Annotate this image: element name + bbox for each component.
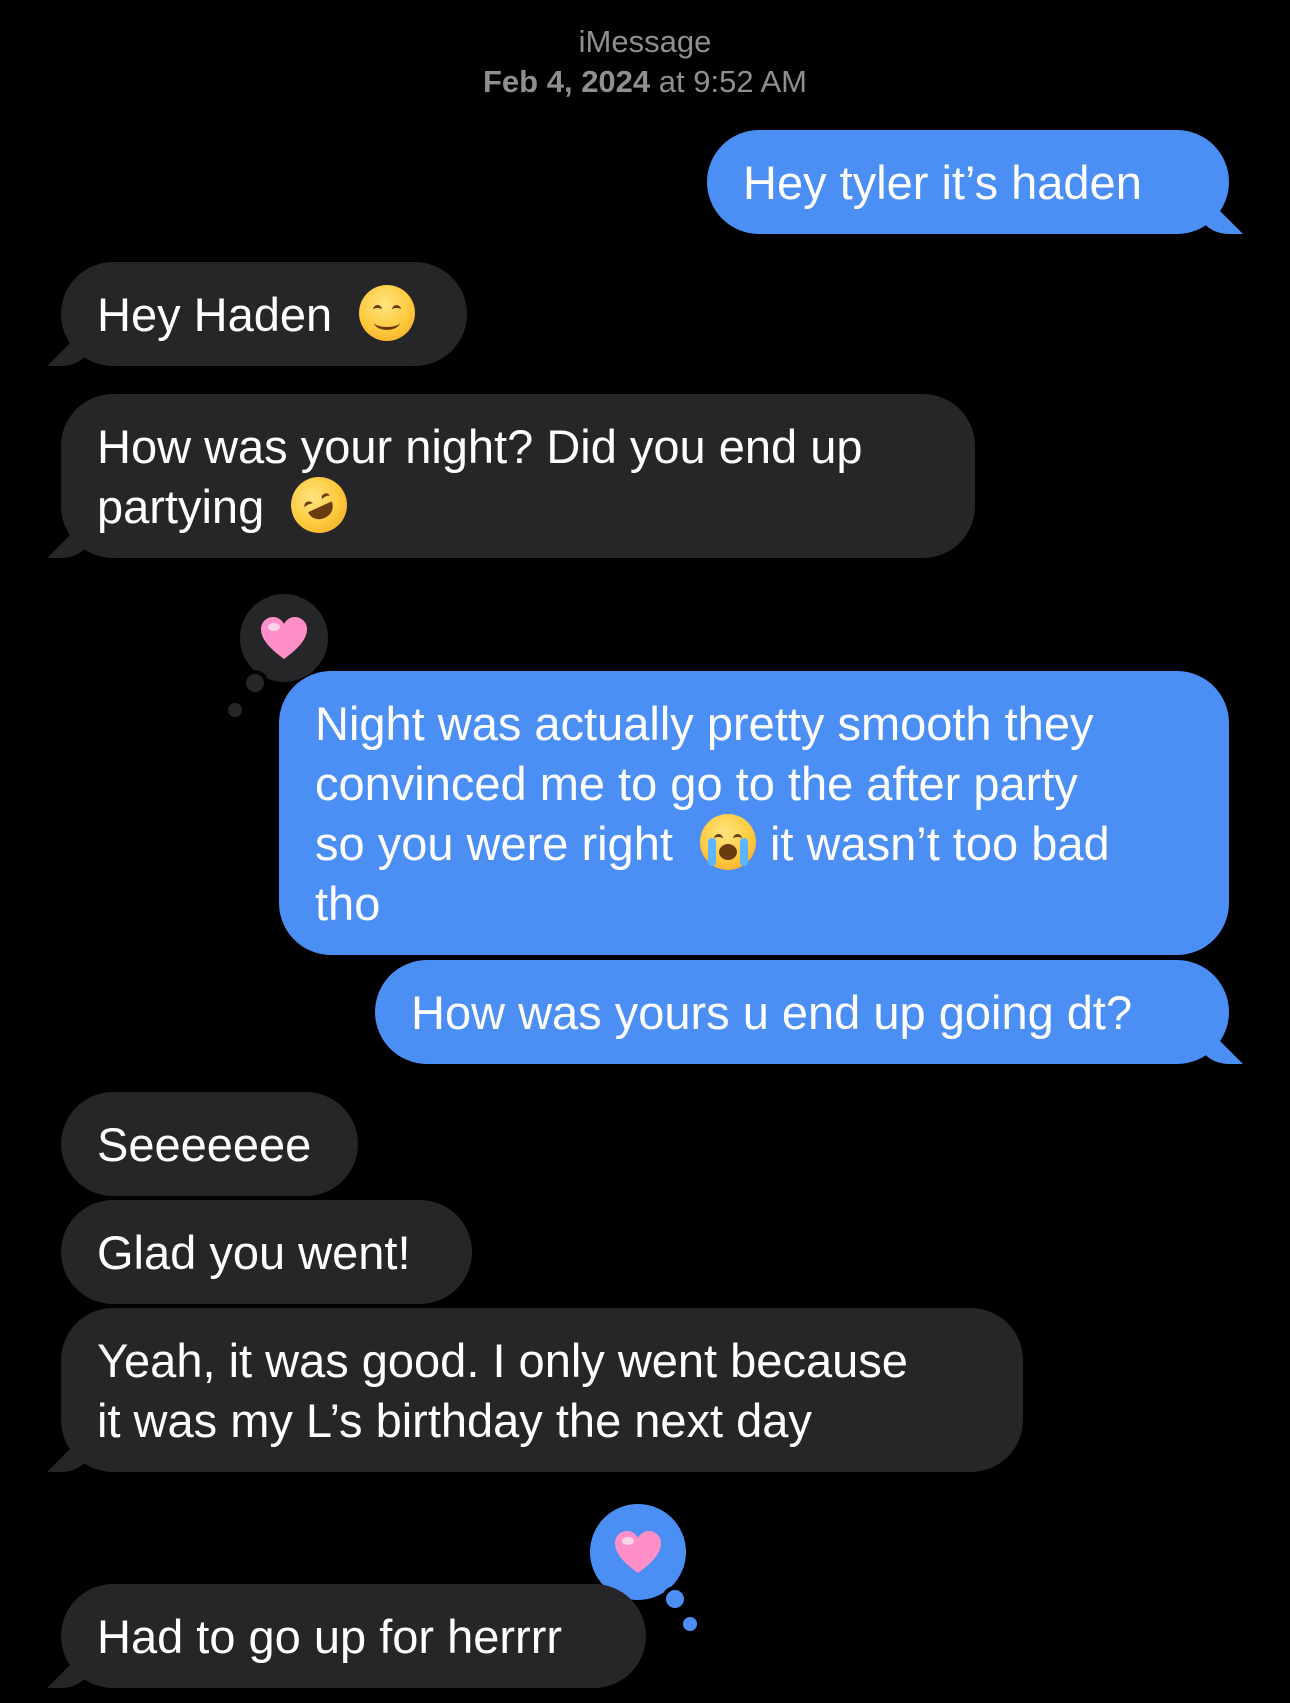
conversation-header: iMessage Feb 4, 2024 at 9:52 AM [0, 22, 1290, 102]
rofl-face-icon [282, 467, 357, 543]
message-bubble-incoming[interactable]: Had to go up for herrrr [61, 1584, 646, 1688]
message-text-line: so you were right [315, 817, 673, 870]
message-bubble-incoming[interactable]: How was your night? Did you end up party… [61, 394, 975, 558]
message-text: Hey Haden [97, 288, 333, 341]
service-label: iMessage [578, 24, 712, 59]
tapback-tail-dot [683, 1617, 697, 1631]
heart-icon [611, 1525, 665, 1579]
message-text-line: it wasn’t too bad [769, 817, 1110, 870]
message-bubble-incoming[interactable]: Yeah, it was good. I only went because i… [61, 1308, 1023, 1472]
message-text-line: it was my L’s birthday the next day [97, 1394, 812, 1447]
message-bubble-outgoing[interactable]: How was yours u end up going dt? [375, 960, 1229, 1064]
crying-face-icon [699, 814, 756, 870]
message-text: Had to go up for herrrr [97, 1610, 562, 1663]
timestamp: Feb 4, 2024 at 9:52 AM [483, 64, 807, 99]
smiling-face-icon [359, 285, 416, 341]
message-bubble-incoming[interactable]: Glad you went! [61, 1200, 472, 1304]
message-text: How was yours u end up going dt? [411, 986, 1133, 1039]
tapback-tail-dot [228, 703, 242, 717]
message-text-line: partying [97, 480, 265, 533]
message-bubble-outgoing[interactable]: Night was actually pretty smooth they co… [279, 671, 1229, 955]
message-text-line: convinced me to go to the after party [315, 757, 1078, 810]
heart-icon [257, 611, 311, 665]
message-text: Seeeeeee [97, 1118, 312, 1171]
message-bubble-incoming[interactable]: Hey Haden [61, 262, 467, 366]
message-text-line: How was your night? Did you end up [97, 420, 863, 473]
message-text: Hey tyler it’s haden [743, 156, 1142, 209]
message-text-line: Night was actually pretty smooth they [315, 697, 1094, 750]
message-text-line: tho [315, 877, 381, 930]
message-bubble-outgoing[interactable]: Hey tyler it’s haden [707, 130, 1229, 234]
message-bubble-incoming[interactable]: Seeeeeee [61, 1092, 358, 1196]
message-text-line: Yeah, it was good. I only went because [97, 1334, 908, 1387]
message-text: Glad you went! [97, 1226, 411, 1279]
